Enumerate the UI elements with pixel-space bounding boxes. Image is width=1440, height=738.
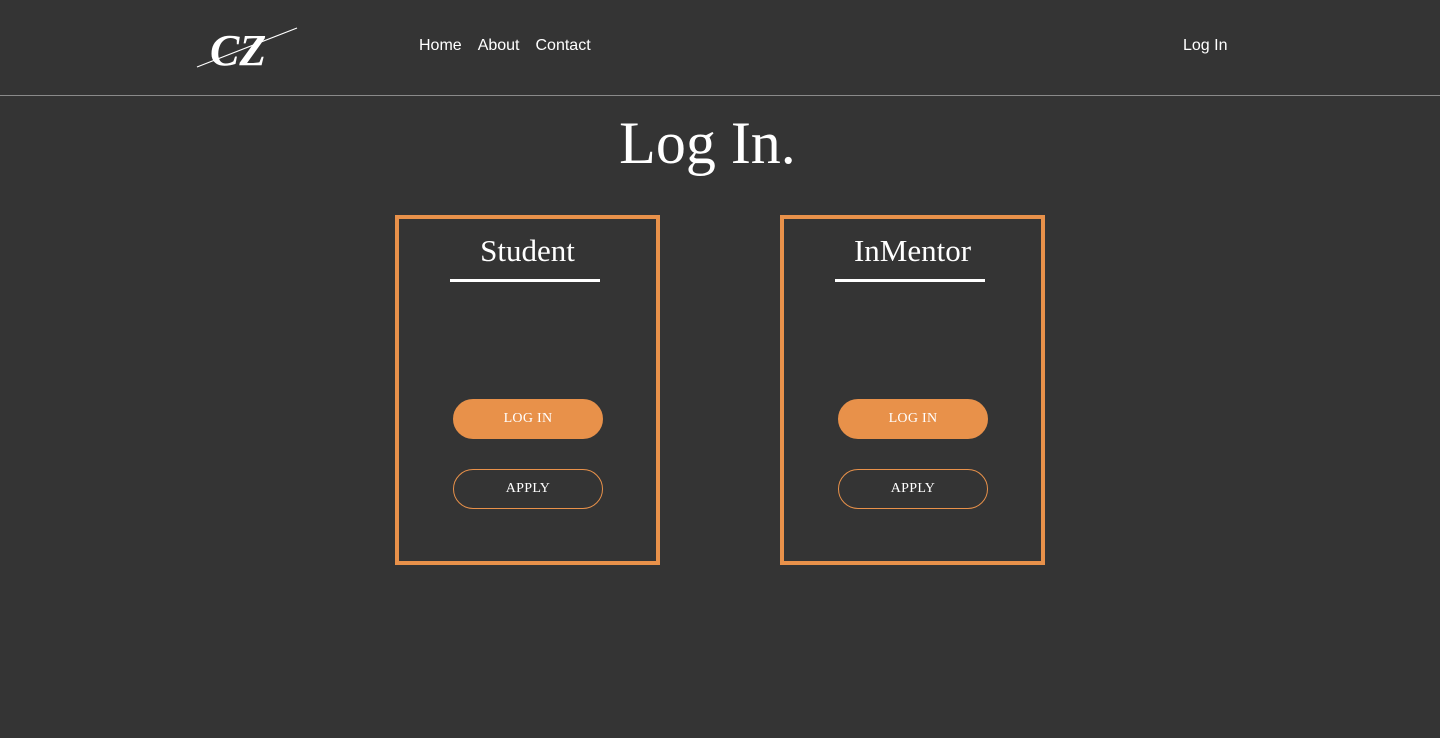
student-title-underline <box>450 279 600 282</box>
mentor-card-title: InMentor <box>853 233 972 268</box>
site-header: CZ Home About Contact Log In <box>0 0 1440 96</box>
nav-home-link[interactable]: Home <box>419 37 462 55</box>
header-login-link[interactable]: Log In <box>1183 37 1227 55</box>
mentor-title-underline <box>835 279 985 282</box>
student-card: Student LOG IN APPLY <box>395 215 660 565</box>
page-title: Log In. <box>619 110 796 176</box>
mentor-apply-button[interactable]: APPLY <box>838 469 988 509</box>
nav-about-link[interactable]: About <box>478 37 520 55</box>
logo-mark: CZ <box>196 26 298 70</box>
student-apply-button[interactable]: APPLY <box>453 469 603 509</box>
logo[interactable]: CZ <box>196 24 298 70</box>
mentor-login-button[interactable]: LOG IN <box>838 399 988 439</box>
student-login-button[interactable]: LOG IN <box>453 399 603 439</box>
nav-contact-link[interactable]: Contact <box>536 37 591 55</box>
main-nav: Home About Contact <box>419 37 591 55</box>
mentor-card: InMentor LOG IN APPLY <box>780 215 1045 565</box>
logo-text: CZ <box>210 26 266 70</box>
student-card-title: Student <box>480 233 575 268</box>
